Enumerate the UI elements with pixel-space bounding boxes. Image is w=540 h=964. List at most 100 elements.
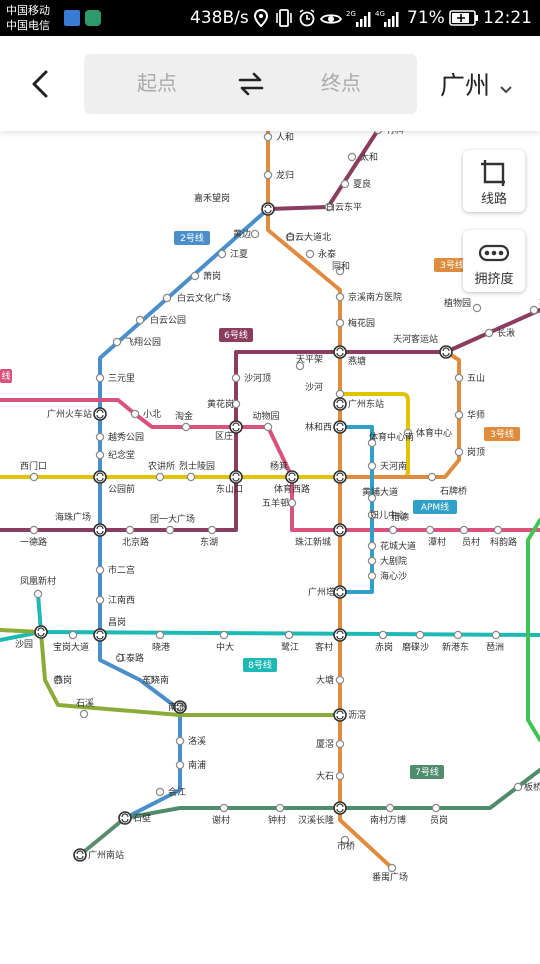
- station-label[interactable]: 凤凰新村: [20, 575, 56, 587]
- station-marker[interactable]: [217, 249, 227, 259]
- station-marker[interactable]: [263, 170, 273, 180]
- station-label[interactable]: 石壁: [133, 812, 151, 824]
- station-label[interactable]: 西门口: [20, 460, 47, 472]
- station-label[interactable]: 市二宫: [108, 564, 135, 576]
- station-label[interactable]: 人和: [276, 132, 294, 143]
- station-marker[interactable]: [340, 179, 350, 189]
- station-label[interactable]: 植物园: [444, 297, 471, 309]
- station-marker[interactable]: [175, 736, 185, 746]
- back-button[interactable]: [24, 64, 60, 104]
- station-label[interactable]: 板桥: [524, 781, 540, 793]
- station-label[interactable]: 南村万博: [370, 814, 406, 826]
- station-marker[interactable]: [175, 760, 185, 770]
- station-label[interactable]: 萧岗: [203, 270, 221, 282]
- station-label[interactable]: 科韵路: [490, 536, 517, 548]
- station-label[interactable]: 磨碟沙: [402, 642, 429, 653]
- station-label[interactable]: 赤岗: [375, 642, 393, 653]
- station-marker[interactable]: [367, 571, 377, 581]
- station-label[interactable]: 一德路: [20, 536, 47, 548]
- station-label[interactable]: 中大: [216, 641, 234, 653]
- station-label[interactable]: 天平架: [296, 354, 323, 365]
- station-label[interactable]: 员岗: [430, 815, 448, 826]
- station-label[interactable]: 动物园: [252, 410, 279, 422]
- station-marker[interactable]: [207, 525, 217, 535]
- station-marker[interactable]: [130, 409, 140, 419]
- station-label[interactable]: 白云东平: [326, 201, 362, 213]
- station-marker[interactable]: [190, 271, 200, 281]
- station-label[interactable]: 白云文化广场: [177, 292, 231, 304]
- station-marker[interactable]: [459, 525, 469, 535]
- station-label[interactable]: 南洲: [168, 701, 186, 713]
- station-label[interactable]: 大剧院: [380, 555, 407, 567]
- station-label[interactable]: 同和: [332, 261, 350, 272]
- station-marker[interactable]: [378, 630, 388, 640]
- station-marker[interactable]: [68, 630, 78, 640]
- station-label[interactable]: 长湫: [497, 327, 515, 339]
- station-label[interactable]: 飞翔公园: [125, 336, 161, 348]
- station-marker[interactable]: [367, 556, 377, 566]
- station-marker[interactable]: [472, 303, 482, 313]
- station-label[interactable]: 厦滘: [316, 739, 334, 750]
- lines-button[interactable]: 线路: [463, 150, 525, 212]
- station-label[interactable]: 嘉禾望岗: [194, 192, 230, 204]
- station-label[interactable]: 烈士陵园: [179, 460, 215, 472]
- station-label[interactable]: 体育中心南: [369, 431, 414, 443]
- station-label[interactable]: 江泰路: [117, 652, 144, 664]
- station-label[interactable]: 太和: [360, 151, 378, 163]
- station-marker[interactable]: [135, 315, 145, 325]
- station-marker[interactable]: [95, 565, 105, 575]
- station-label[interactable]: 五羊邨: [262, 497, 289, 509]
- station-marker[interactable]: [181, 422, 191, 432]
- station-label[interactable]: 海珠广场: [55, 511, 91, 523]
- station-marker[interactable]: [155, 787, 165, 797]
- station-marker[interactable]: [29, 472, 39, 482]
- station-label[interactable]: 东山口: [216, 483, 243, 495]
- station-marker[interactable]: [454, 410, 464, 420]
- station-label[interactable]: 潭村: [428, 536, 446, 548]
- station-label[interactable]: 沙河: [305, 381, 323, 393]
- station-label[interactable]: 体育西路: [274, 483, 310, 495]
- origin-input[interactable]: 起点: [137, 67, 177, 96]
- station-label[interactable]: 大石: [316, 770, 334, 782]
- station-label[interactable]: 广州东站: [348, 398, 384, 410]
- station-label[interactable]: 夏良: [353, 178, 371, 190]
- station-label[interactable]: 纪念堂: [108, 449, 135, 461]
- station-marker[interactable]: [125, 525, 135, 535]
- station-marker[interactable]: [95, 595, 105, 605]
- station-marker[interactable]: [513, 782, 523, 792]
- station-label[interactable]: 沥滘: [348, 710, 366, 721]
- station-marker[interactable]: [287, 498, 297, 508]
- station-label[interactable]: 燕塘: [348, 355, 366, 367]
- station-marker[interactable]: [454, 447, 464, 457]
- station-label[interactable]: 鹭江: [281, 642, 299, 653]
- station-label[interactable]: 团一大广场: [150, 513, 195, 525]
- station-label[interactable]: 林和西: [305, 421, 332, 433]
- station-label[interactable]: 黄埔大道: [362, 486, 398, 498]
- station-label[interactable]: 琶洲: [486, 642, 504, 653]
- station-label[interactable]: 客村: [315, 641, 333, 653]
- station-label[interactable]: 永泰: [318, 248, 336, 260]
- station-label[interactable]: 杨箕: [270, 460, 288, 472]
- station-marker[interactable]: [219, 803, 229, 813]
- station-marker[interactable]: [347, 152, 357, 162]
- station-label[interactable]: 珠江新城: [295, 536, 331, 548]
- station-label[interactable]: 天河客运站: [393, 333, 438, 345]
- station-marker[interactable]: [453, 630, 463, 640]
- city-selector[interactable]: 广州: [440, 66, 513, 102]
- station-label[interactable]: 市桥: [337, 840, 355, 852]
- station-label[interactable]: 汉溪长隆: [298, 814, 334, 826]
- station-marker[interactable]: [95, 373, 105, 383]
- station-label[interactable]: 燕岗: [54, 674, 72, 686]
- station-marker[interactable]: [335, 318, 345, 328]
- station-label[interactable]: 大塘: [316, 674, 334, 686]
- station-label[interactable]: 区庄: [215, 430, 233, 442]
- station-marker[interactable]: [388, 525, 398, 535]
- station-label[interactable]: 海心沙: [380, 570, 407, 582]
- station-label[interactable]: 钟村: [268, 814, 286, 826]
- station-marker[interactable]: [95, 450, 105, 460]
- station-label[interactable]: 竹料: [386, 124, 404, 136]
- station-label[interactable]: 越秀公园: [108, 431, 144, 443]
- station-marker[interactable]: [427, 472, 437, 482]
- station-label[interactable]: 晓港: [152, 641, 170, 653]
- station-label[interactable]: 淘金: [175, 410, 193, 422]
